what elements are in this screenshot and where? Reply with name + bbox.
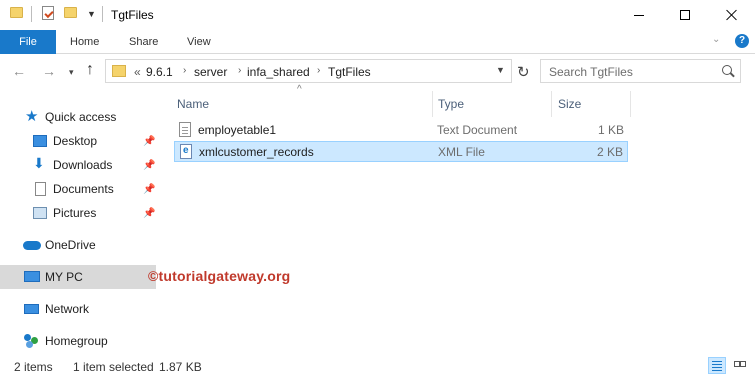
folder-icon[interactable]	[10, 7, 23, 18]
sidebar-item-label: Network	[45, 302, 90, 316]
sidebar-item-label: Pictures	[53, 206, 97, 220]
sidebar-item-label: Homegroup	[45, 334, 108, 348]
properties-icon[interactable]	[42, 6, 54, 20]
sidebar-item-downloads[interactable]: ⬇ Downloads 📌	[0, 153, 156, 177]
navigation-bar: ← → ▾ ↑ « 9.6.1 › server › infa_shared ›…	[0, 55, 755, 87]
new-folder-icon[interactable]	[64, 7, 77, 18]
sort-ascending-icon: ^	[297, 84, 302, 95]
address-dropdown-icon[interactable]: ▼	[496, 65, 505, 75]
pin-icon[interactable]: 📌	[143, 136, 155, 147]
download-icon: ⬇	[33, 155, 45, 171]
pc-icon	[24, 271, 40, 282]
file-size: 2 KB	[596, 145, 623, 159]
search-icon[interactable]	[722, 65, 732, 75]
toolbar-divider	[31, 6, 32, 22]
pin-icon[interactable]: 📌	[143, 184, 155, 195]
sidebar-item-label: Documents	[53, 182, 114, 196]
text-file-icon	[179, 122, 191, 137]
file-list: ^ Name Type Size employetable1 Text Docu…	[164, 84, 755, 354]
sidebar-item-my-pc[interactable]: MY PC	[0, 265, 156, 289]
column-divider[interactable]	[551, 91, 552, 117]
watermark: ©tutorialgateway.org	[148, 268, 291, 284]
file-row[interactable]: employetable1 Text Document 1 KB	[174, 120, 628, 141]
sidebar-item-network[interactable]: Network	[0, 297, 156, 321]
breadcrumb-overflow[interactable]: «	[134, 65, 141, 79]
close-icon	[726, 9, 738, 21]
help-icon[interactable]: ?	[735, 34, 749, 48]
desktop-icon	[33, 135, 47, 147]
sidebar-item-pictures[interactable]: Pictures 📌	[0, 201, 156, 225]
column-header-size[interactable]: Size	[558, 91, 581, 117]
back-arrow-icon[interactable]: ←	[12, 63, 26, 79]
pin-icon[interactable]: 📌	[143, 160, 155, 171]
window-title: TgtFiles	[111, 8, 154, 22]
breadcrumb-separator-icon[interactable]: ›	[183, 65, 186, 76]
customize-arrow-icon[interactable]: ▼	[87, 9, 96, 19]
minimize-icon	[634, 14, 644, 16]
ribbon-tabs: File Home Share View ⌄ ?	[0, 30, 755, 54]
maximize-icon	[680, 10, 690, 20]
tab-share[interactable]: Share	[129, 30, 158, 54]
sidebar-item-onedrive[interactable]: OneDrive	[0, 233, 156, 257]
breadcrumb-separator-icon[interactable]: ›	[238, 65, 241, 76]
tab-view[interactable]: View	[187, 30, 211, 54]
sidebar-item-label: Downloads	[53, 158, 113, 172]
sidebar-item-quick-access[interactable]: ★ Quick access	[0, 105, 156, 129]
selection-size: 1.87 KB	[159, 360, 202, 374]
navigation-pane: ★ Quick access Desktop 📌 ⬇ Downloads 📌 D…	[0, 88, 156, 354]
file-size: 1 KB	[597, 123, 624, 137]
column-divider[interactable]	[630, 91, 631, 117]
refresh-icon[interactable]: ↻	[517, 63, 530, 81]
breadcrumb-infa-shared[interactable]: infa_shared	[247, 65, 310, 79]
documents-icon	[35, 182, 46, 196]
sidebar-item-homegroup[interactable]: Homegroup	[0, 329, 156, 353]
search-box[interactable]: Search TgtFiles	[540, 59, 741, 83]
breadcrumb-9-6-1[interactable]: 9.6.1	[146, 65, 173, 79]
expand-ribbon-icon[interactable]: ⌄	[712, 34, 720, 45]
column-divider[interactable]	[432, 91, 433, 117]
title-divider	[102, 6, 103, 22]
sidebar-item-documents[interactable]: Documents 📌	[0, 177, 156, 201]
homegroup-icon	[24, 334, 38, 348]
search-input[interactable]: Search TgtFiles	[549, 65, 633, 79]
minimize-button[interactable]	[616, 0, 662, 30]
selection-count: 1 item selected	[73, 360, 154, 374]
column-header-name[interactable]: Name	[177, 91, 209, 117]
file-row[interactable]: xmlcustomer_records XML File 2 KB	[174, 141, 628, 162]
file-name: employetable1	[198, 123, 277, 137]
status-bar: 2 items 1 item selected 1.87 KB	[0, 354, 755, 378]
breadcrumb-server[interactable]: server	[194, 65, 227, 79]
up-arrow-icon[interactable]: ↑	[86, 61, 94, 79]
xml-file-icon	[180, 144, 192, 159]
file-name: xmlcustomer_records	[199, 145, 314, 159]
column-header-type[interactable]: Type	[438, 91, 464, 117]
cloud-icon	[23, 241, 41, 250]
network-icon	[24, 304, 39, 314]
breadcrumb-separator-icon[interactable]: ›	[317, 65, 320, 76]
sidebar-item-label: Quick access	[45, 110, 117, 124]
sidebar-item-desktop[interactable]: Desktop 📌	[0, 129, 156, 153]
item-count: 2 items	[14, 360, 53, 374]
close-button[interactable]	[709, 0, 755, 30]
pictures-icon	[33, 207, 47, 219]
recent-locations-chevron-icon[interactable]: ▾	[69, 67, 74, 78]
forward-arrow-icon[interactable]: →	[42, 63, 56, 79]
folder-icon	[112, 65, 126, 77]
breadcrumb-tgtfiles[interactable]: TgtFiles	[328, 65, 371, 79]
tab-home[interactable]: Home	[70, 30, 99, 54]
sidebar-item-label: OneDrive	[45, 238, 96, 252]
file-type: Text Document	[437, 123, 518, 137]
pin-icon[interactable]: 📌	[143, 208, 155, 219]
large-icons-view-icon[interactable]	[730, 357, 748, 374]
tab-file[interactable]: File	[0, 30, 56, 54]
maximize-button[interactable]	[662, 0, 708, 30]
sidebar-item-label: Desktop	[53, 134, 98, 148]
details-view-icon[interactable]	[708, 357, 726, 374]
address-bar[interactable]: « 9.6.1 › server › infa_shared › TgtFile…	[105, 59, 512, 83]
sidebar-item-label: MY PC	[45, 270, 83, 284]
title-bar: ▼ TgtFiles	[0, 0, 755, 30]
star-icon: ★	[25, 108, 39, 125]
file-type: XML File	[438, 145, 485, 159]
